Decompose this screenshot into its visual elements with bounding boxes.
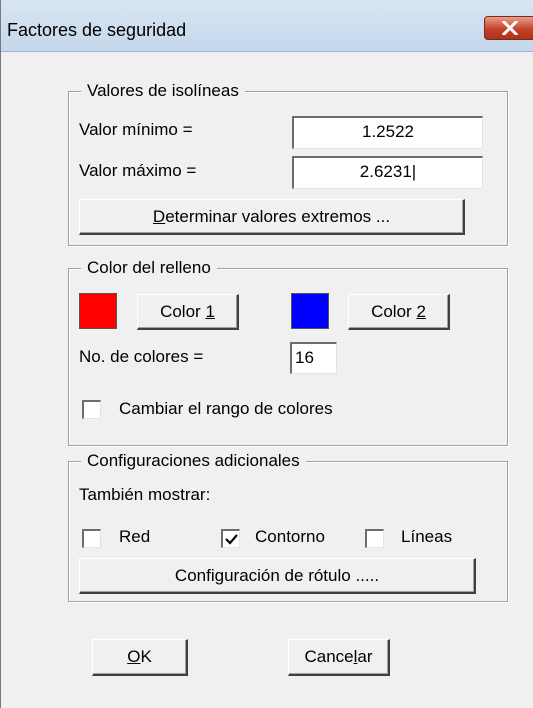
min-value-input[interactable]: 1.2522: [292, 116, 483, 149]
color2-swatch: [291, 293, 329, 329]
num-colors-label: No. de colores =: [79, 347, 204, 366]
window-title: Factores de seguridad: [7, 20, 187, 40]
color2-button[interactable]: Color 2: [348, 294, 450, 330]
red-label[interactable]: Red: [119, 526, 150, 548]
color1-button-label: Color: [160, 301, 206, 321]
red-label-post: ed: [131, 527, 151, 546]
lines-label-post: eas: [424, 527, 453, 546]
label-config-pre: Confi: [174, 565, 215, 585]
close-button[interactable]: [484, 16, 533, 40]
cancel-button[interactable]: Cance l ar: [288, 639, 390, 676]
change-range-label-pre: Cam: [119, 399, 155, 418]
max-value-input[interactable]: 2.6231|: [292, 156, 483, 189]
ok-button[interactable]: OK: [92, 639, 188, 676]
red-label-accel: R: [119, 527, 132, 546]
label-config-accel: g: [214, 565, 225, 585]
dialog-window: Factores de seguridad Valores de isolíne…: [0, 0, 533, 708]
ok-accel: O: [127, 647, 141, 666]
title-bar[interactable]: Factores de seguridad: [1, 0, 533, 52]
contour-label-post: ontorno: [267, 527, 325, 546]
min-value-label: Valor mínimo =: [79, 120, 193, 139]
label-config-post: uración de rótulo .....: [224, 565, 380, 585]
lines-checkbox[interactable]: [365, 529, 384, 548]
contour-label[interactable]: Contorno: [255, 526, 325, 548]
lines-label[interactable]: Líneas: [401, 526, 452, 548]
color1-button-accel: 1: [205, 301, 215, 321]
fill-color-group-legend: Color del relleno: [81, 257, 217, 279]
lines-label-pre: Lí: [401, 527, 416, 546]
dialog-client-area: Valores de isolíneas Valor mínimo = 1.25…: [1, 52, 533, 708]
also-show-label: También mostrar:: [79, 485, 211, 504]
additional-config-group-legend: Configuraciones adicionales: [81, 450, 306, 472]
close-x-icon: [501, 21, 518, 35]
change-range-checkbox[interactable]: [82, 400, 101, 419]
contour-label-accel: C: [255, 527, 268, 546]
isolines-group-legend: Valores de isolíneas: [81, 80, 245, 102]
color2-button-accel: 2: [416, 301, 426, 321]
lines-label-accel: n: [415, 527, 425, 546]
num-colors-input[interactable]: 16: [290, 342, 337, 374]
color1-swatch: [79, 293, 117, 329]
cancel-post: ar: [357, 647, 373, 666]
determine-extremes-button[interactable]: Determinar valores extremos ...: [79, 199, 465, 235]
color2-button-label: Color: [371, 301, 417, 321]
contour-checkbox[interactable]: [221, 529, 240, 548]
max-value-label: Valor máximo =: [79, 161, 197, 180]
change-range-label-post: iar el rango de colores: [164, 399, 333, 418]
checkmark-icon: [224, 534, 238, 545]
determine-extremes-label: eterminar valores extremos ...: [165, 206, 391, 226]
label-config-button[interactable]: Confi g uración de rótulo .....: [79, 558, 476, 594]
determine-extremes-accel: D: [152, 206, 166, 226]
color1-button[interactable]: Color 1: [137, 294, 239, 330]
change-range-label[interactable]: Cambiar el rango de colores: [119, 398, 333, 420]
cancel-pre: Cance: [304, 647, 354, 666]
change-range-label-accel: b: [154, 399, 165, 418]
ok-post: K: [140, 647, 152, 666]
red-checkbox[interactable]: [82, 529, 101, 548]
